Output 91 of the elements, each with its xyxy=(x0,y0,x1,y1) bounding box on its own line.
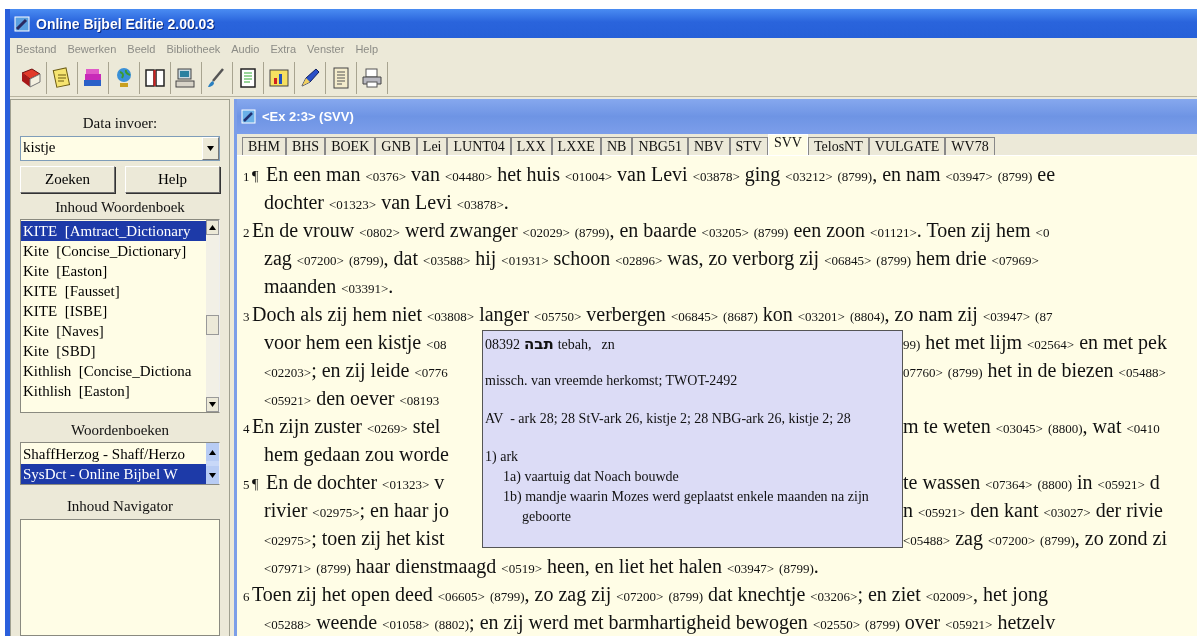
list-item[interactable]: KITE [ISBE] xyxy=(21,301,206,321)
scroll-up-icon[interactable] xyxy=(209,225,216,230)
section-label: Inhoud Woordenboek xyxy=(55,198,185,217)
definition-line: missch. van vreemde herkomst; TWOT-2492 xyxy=(485,373,739,390)
paragraph-mark: ¶ xyxy=(252,168,260,186)
scroll-thumb[interactable] xyxy=(206,315,219,335)
verse-text: <02975>; toen zij het kist xyxy=(264,526,445,552)
verse-number: 6 xyxy=(243,588,251,606)
list-item[interactable]: Kite [Naves] xyxy=(21,321,206,341)
verse-text: rivier <02975>; en haar jo xyxy=(264,498,449,524)
translation-tab[interactable]: LUNT04 xyxy=(447,137,511,155)
translation-tab[interactable]: VULGATE xyxy=(868,137,946,155)
scroll-up-icon[interactable] xyxy=(209,449,216,455)
verse-text: <05488> zag <07200> (8799), zo zond zi xyxy=(903,526,1167,552)
verse-text: <02203>; en zij leide <0776 xyxy=(264,358,448,384)
translation-tab[interactable]: BOEK xyxy=(325,137,376,155)
computer-icon[interactable] xyxy=(174,66,198,90)
verse-number: 3 xyxy=(243,308,251,326)
translation-tab[interactable]: GNB xyxy=(375,137,417,155)
verse-text: te wassen <07364> (8800) in <05921> d xyxy=(903,470,1160,495)
paragraph-mark: ¶ xyxy=(252,476,260,494)
verse-text: Doch als zij hem niet <03808> langer <05750> verbergen <06845> (8687) kon <03201> (8804), zo nam zij <03947> (87 xyxy=(252,302,1053,328)
hebrew-word: תבה xyxy=(524,335,554,353)
list-item[interactable]: Kithlish [Concise_Dictiona xyxy=(21,361,206,381)
verse-text: dochter <01323> van Levi <03878>. xyxy=(264,190,509,215)
verse-text: m te weten <03045> (8800), wat <0410 xyxy=(903,414,1160,439)
translation-tab[interactable]: Lei xyxy=(416,137,448,155)
scrollbar[interactable] xyxy=(206,443,219,484)
chart-icon[interactable] xyxy=(267,66,291,90)
list-item[interactable]: ShaffHerzog - Shaff/Herzo xyxy=(21,444,206,464)
translation-tab[interactable]: BHM xyxy=(242,137,286,155)
list-item[interactable]: KITE [Amtract_Dictionary xyxy=(21,221,206,241)
pen-icon[interactable] xyxy=(298,66,322,90)
panel-button[interactable]: Zoeken xyxy=(20,166,115,193)
verse-text: En de dochter <01323> v xyxy=(266,470,445,495)
verse-number: 2 xyxy=(243,224,251,242)
scrollbar[interactable] xyxy=(206,220,219,412)
translation-tab[interactable]: TelosNT xyxy=(807,137,869,155)
document-title: <Ex 2:3> (SVV) xyxy=(262,109,354,124)
list-item[interactable]: Kithlish [Easton] xyxy=(21,381,206,401)
list-item[interactable]: KITE [Fausset] xyxy=(21,281,206,301)
search-combo[interactable]: kistje xyxy=(20,136,220,161)
part-of-speech: zn xyxy=(601,337,615,353)
translation-tab[interactable]: LXXE xyxy=(551,137,601,155)
translation-tab[interactable]: NB xyxy=(600,137,633,155)
translation-tab[interactable]: NBG51 xyxy=(632,137,688,155)
open-book-icon[interactable] xyxy=(143,66,167,90)
definition-line: AV - ark 28; 28 StV-ark 26, kistje 2; 28 NBG-ark 26, kistje 2; 28 xyxy=(485,411,852,428)
verse-text: n <05921> den kant <03027> der rivie xyxy=(903,498,1163,523)
translation-tab[interactable]: STV xyxy=(729,137,768,155)
scroll-down-icon[interactable] xyxy=(209,472,216,478)
translation-tab[interactable]: SVV xyxy=(767,134,808,155)
verse-text: 07760> (8799) het in de biezen <05488> xyxy=(903,358,1166,383)
verse-text: voor hem een kistje <08 xyxy=(264,330,447,356)
verse-text: maanden <03391>. xyxy=(264,274,394,299)
verse-text: 99) het met lijm <02564> en met pek xyxy=(903,330,1167,356)
transliteration: tebah, xyxy=(557,337,592,353)
field-label: Data invoer: xyxy=(82,114,158,133)
translation-tab[interactable]: NBV xyxy=(687,137,730,155)
verse-text: Toen zij het open deed <06605> (8799), zo zag zij <07200> (8799) dat knechtje <03206>; en ziet <02009>, het jong xyxy=(252,582,1048,608)
verse-text: <05288> weende <01058> (8802); en zij werd met barmhartigheid bewogen <02550> (8799) over <05921> hetzelv xyxy=(264,610,1056,636)
sense-label: 1) ark xyxy=(485,449,520,466)
list-item[interactable]: Kite [Concise_Dictionary] xyxy=(21,241,206,261)
list-item[interactable]: Kite [Easton] xyxy=(21,261,206,281)
window-title: Online Bijbel Editie 2.00.03 xyxy=(36,15,215,32)
panel-button[interactable]: Help xyxy=(125,166,220,193)
list-item[interactable]: SysDct - Online Bijbel W xyxy=(21,464,206,484)
section-label: Inhoud Navigator xyxy=(66,497,174,516)
verse-text: <05921> den oever <08193 xyxy=(264,386,440,411)
list-item[interactable]: Kite [SBD] xyxy=(21,341,206,361)
sub-sense: 1b) mandje waarin Mozes werd geplaatst enkele maanden na zijn geboorte xyxy=(502,488,870,526)
section-label: Woordenboeken xyxy=(71,421,169,440)
verse-text: En de vrouw <0802> werd zwanger <02029> (8799), en baarde <03205> (8799) een zoon <01121>. Toen zij hem <0 xyxy=(252,218,1050,244)
dropdown-arrow-icon[interactable] xyxy=(207,146,214,151)
verse-text: En een man <0376> van <04480> het huis <01004> van Levi <03878> ging <03212> (8799), en nam <03947> (8799) ee xyxy=(266,162,1056,188)
book-icon[interactable] xyxy=(19,66,43,90)
translation-tab[interactable]: WV78 xyxy=(945,137,995,155)
scroll-down-icon[interactable] xyxy=(209,402,216,407)
verse-text: En zijn zuster <0269> stel xyxy=(252,414,441,440)
translation-tab[interactable]: BHS xyxy=(285,137,326,155)
app-icon xyxy=(14,15,30,32)
translation-tab[interactable]: LXX xyxy=(510,137,552,155)
printer-icon[interactable] xyxy=(360,66,384,90)
verse-text: zag <07200> (8799), dat <03588> hij <01931> schoon <02896> was, zo verborg zij <06845> (8799) hem drie <07969> xyxy=(264,246,1039,272)
verse-number: 5 xyxy=(243,476,251,494)
sub-sense: 1a) vaartuig dat Noach bouwde xyxy=(502,468,680,486)
strong-number: 08392 xyxy=(485,337,520,353)
verse-number: 4 xyxy=(243,420,251,438)
verse-number: 1 xyxy=(243,168,251,186)
verse-text: hem gedaan zou worde xyxy=(264,442,449,468)
verse-text: <07971> (8799) haar dienstmaagd <0519> heen, en liet het halen <03947> (8799). xyxy=(264,554,819,580)
